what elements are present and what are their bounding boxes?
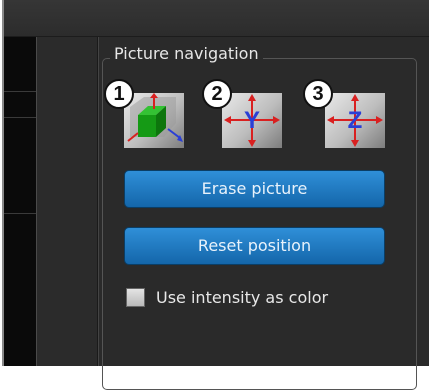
axis-z-letter: Z: [348, 107, 363, 134]
side-column: [37, 37, 99, 366]
picture-viewport[interactable]: [4, 37, 37, 366]
cube-view-icon: [127, 93, 183, 142]
axis-y-letter: Y: [244, 107, 260, 134]
badge-2: 2: [202, 79, 232, 109]
group-title: Picture navigation: [110, 44, 263, 64]
axis-z-view-icon: Z: [327, 94, 383, 147]
intensity-color-checkbox[interactable]: [126, 288, 145, 307]
top-toolbar: [4, 0, 429, 37]
reset-position-label: Reset position: [197, 236, 312, 255]
erase-picture-button[interactable]: Erase picture: [124, 170, 385, 208]
axis-y-view-icon: Y: [224, 94, 280, 147]
erase-picture-label: Erase picture: [201, 179, 308, 198]
reset-position-button[interactable]: Reset position: [124, 227, 385, 265]
view-y-axis-button[interactable]: Y: [222, 93, 282, 148]
badge-1: 1: [104, 79, 134, 109]
view-z-axis-button[interactable]: Z: [325, 93, 385, 148]
view-cube-button[interactable]: [124, 93, 184, 148]
intensity-color-label[interactable]: Use intensity as color: [156, 287, 328, 309]
viewport-line: [4, 213, 36, 214]
viewport-line: [4, 117, 36, 118]
badge-3: 3: [303, 79, 333, 109]
viewport-line: [4, 91, 36, 92]
